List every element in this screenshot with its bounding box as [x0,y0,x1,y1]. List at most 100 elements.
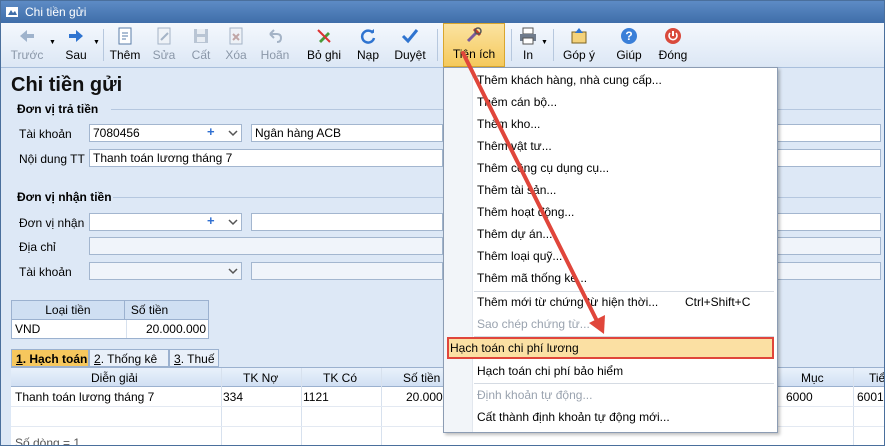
app-window: Chi tiền gửi Trước ▼ Sau ▼ Thêm Sửa Cất … [0,0,885,446]
row-credit-cell[interactable]: 1121 [303,390,329,404]
help-button[interactable]: ? Giúp [611,25,647,65]
currency-type-cell: VND [12,320,128,338]
add-account-icon[interactable]: + [207,124,215,139]
payee-name-field[interactable] [251,213,443,231]
unpost-pen-icon [317,29,331,43]
feedback-box-icon [571,28,587,44]
feedback-button[interactable]: Góp ý [559,25,599,65]
grid-column-divider [853,368,854,445]
app-icon [6,7,18,17]
new-document-icon [118,27,132,45]
delete-document-icon [229,27,243,45]
menu-item-add-statistic-code[interactable]: Thêm mã thống kê... [444,267,777,289]
tab-statistics[interactable]: 2. Thống kê [89,349,169,367]
menu-item-add-material[interactable]: Thêm vật tư... [444,135,777,157]
add-payee-icon[interactable]: + [207,213,215,228]
toolbar-divider [511,29,512,61]
menu-item-copy-voucher[interactable]: Sao chép chứng từ... [444,313,777,335]
unpost-button[interactable]: Bỏ ghi [303,25,345,65]
description-header: Diễn giải [91,371,138,385]
chevron-down-icon[interactable] [225,214,241,230]
page-title: Chi tiền gửi [11,74,123,96]
menu-item-add-asset[interactable]: Thêm tài sản... [444,179,777,201]
back-button[interactable]: Trước [7,25,47,65]
payment-content-field[interactable]: Thanh toán lương tháng 7 [89,149,443,167]
menu-item-insurance-expense[interactable]: Hạch toán chi phí bảo hiểm [444,360,777,382]
arrow-right-icon [69,30,83,42]
payee-bank-field-overflow[interactable] [776,262,881,280]
payee-unit-label: Đơn vị nhận [19,216,85,230]
subitem-header: Tiể [869,371,885,385]
payee-address-field[interactable] [89,237,443,255]
checkmark-icon [401,29,419,44]
print-button[interactable]: In [515,25,541,65]
menu-item-salary-expense[interactable]: Hạch toán chi phí lương [447,337,774,359]
row-subitem-cell[interactable]: 6001 [857,390,884,404]
bank-name-field-overflow[interactable] [776,124,881,142]
payment-content-label: Nội dung TT [19,152,85,166]
payee-account-label: Tài khoản [19,265,72,279]
close-button[interactable]: Đóng [655,25,691,65]
toolbar-divider [553,29,554,61]
payee-group-title: Đơn vị nhận tiền [17,190,112,204]
row-item-cell[interactable]: 6000 [786,390,813,404]
menu-item-add-activity[interactable]: Thêm hoạt động... [444,201,777,223]
currency-type-header: Loại tiền [12,301,125,319]
undo-icon [269,29,283,43]
payee-unit-field[interactable] [89,213,242,231]
chevron-down-icon[interactable] [225,263,241,279]
utilities-button[interactable]: Tiện ích [443,23,505,67]
debit-account-header: TK Nợ [243,371,279,385]
amount-header: Số tiền [130,303,169,317]
currency-row[interactable]: VND 20.000.000 [12,320,208,338]
toolbar-divider [103,29,104,61]
payee-bank-field[interactable] [251,262,443,280]
menu-item-save-as-auto-entry[interactable]: Cất thành định khoản tự động mới... [444,406,777,428]
refresh-icon [360,29,376,44]
edit-button[interactable]: Sửa [147,25,181,65]
title-bar: Chi tiền gửi [1,1,884,23]
toolbar: Trước ▼ Sau ▼ Thêm Sửa Cất Xóa Hoãn Bỏ g… [1,23,884,68]
tools-icon [466,27,482,43]
payee-account-field[interactable] [89,262,242,280]
help-icon: ? [621,28,637,44]
amount-header: Số tiền [403,371,441,385]
menu-item-add-project[interactable]: Thêm dự án... [444,223,777,245]
undo-button[interactable]: Hoãn [257,25,293,65]
credit-account-header: TK Có [323,371,358,385]
payee-address-field-overflow[interactable] [776,237,881,255]
payer-account-label: Tài khoản [19,127,72,141]
row-description-cell[interactable]: Thanh toán lương tháng 7 [15,390,154,404]
floppy-disk-icon [194,29,208,43]
item-header: Mục [801,371,824,385]
grid-column-divider [301,368,302,445]
load-button[interactable]: Nạp [353,25,383,65]
save-button[interactable]: Cất [185,25,217,65]
chevron-down-icon[interactable] [225,125,241,141]
bank-name-field[interactable]: Ngân hàng ACB [251,124,443,142]
tab-accounting[interactable]: 1. Hạch toán [11,349,89,367]
window-title: Chi tiền gửi [25,5,87,19]
delete-button[interactable]: Xóa [221,25,251,65]
payment-content-field-overflow[interactable] [776,149,881,167]
row-debit-cell[interactable]: 334 [223,390,243,404]
currency-table-header: Loại tiền Số tiền [12,301,208,320]
add-button[interactable]: Thêm [107,25,143,65]
shortcut-label: Ctrl+Shift+C [685,295,751,309]
menu-item-add-tool[interactable]: Thêm công cụ dụng cụ... [444,157,777,179]
tab-tax[interactable]: 3. Thuế [169,349,219,367]
menu-item-add-fund-type[interactable]: Thêm loại quỹ... [444,245,777,267]
svg-text:?: ? [625,29,632,43]
menu-item-add-staff[interactable]: Thêm cán bộ... [444,91,777,113]
utilities-dropdown-menu: Thêm khách hàng, nhà cung cấp... Thêm cá… [443,67,778,433]
grid-column-divider [221,368,222,445]
menu-item-add-warehouse[interactable]: Thêm kho... [444,113,777,135]
currency-table: Loại tiền Số tiền VND 20.000.000 [11,300,209,339]
payer-account-field[interactable]: 7080456 [89,124,242,142]
next-button[interactable]: Sau [59,25,93,65]
menu-item-auto-entry[interactable]: Định khoản tự động... [444,384,777,406]
approve-button[interactable]: Duyệt [391,25,429,65]
menu-item-new-from-current[interactable]: Thêm mới từ chứng từ hiện thời... Ctrl+Sh… [444,291,777,313]
menu-item-add-customer[interactable]: Thêm khách hàng, nhà cung cấp... [444,69,777,91]
payee-name-field-overflow[interactable] [776,213,881,231]
